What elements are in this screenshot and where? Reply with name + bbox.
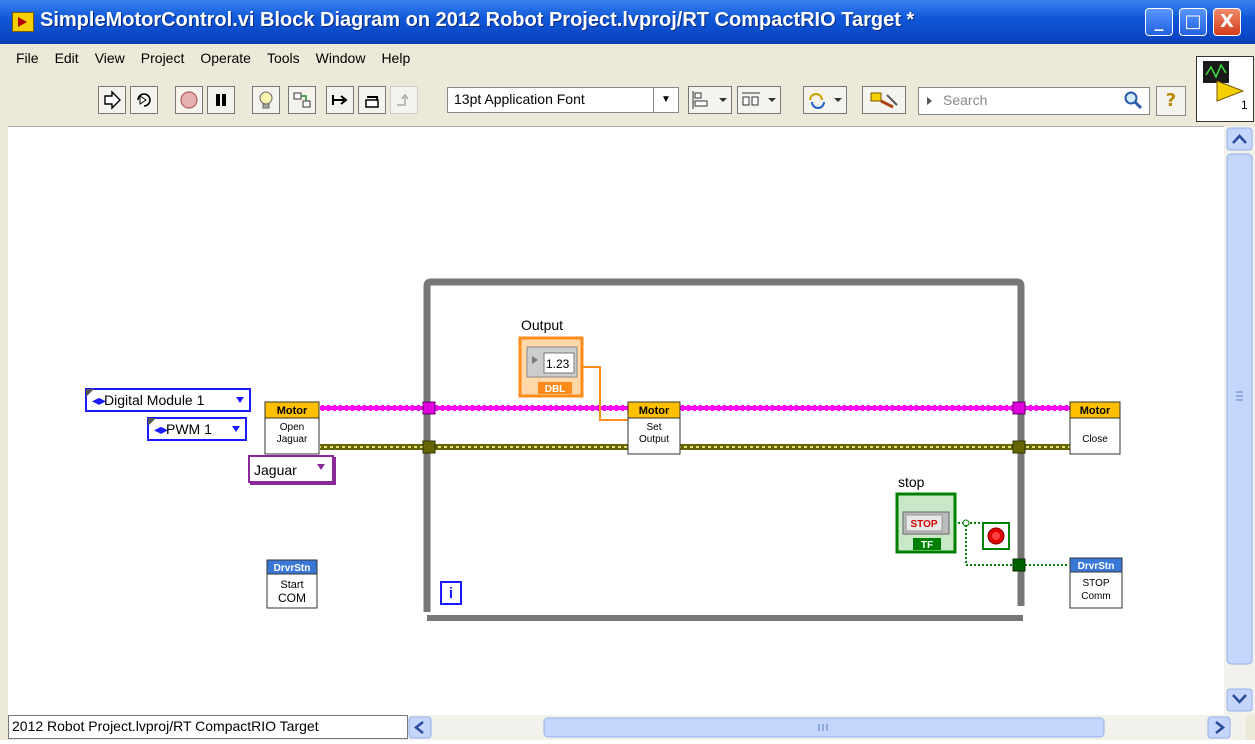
open-vi-line1: Open <box>280 422 304 433</box>
tunnel-boolean-out[interactable] <box>1012 558 1026 572</box>
horizontal-scroll-thumb <box>543 717 1105 738</box>
open-vi-header: Motor <box>277 405 308 417</box>
stop-button-text: STOP <box>910 519 937 530</box>
output-numeric-control[interactable]: 1.23 DBL <box>518 336 584 398</box>
close-vi-header: Motor <box>1080 405 1111 417</box>
start-com-line2: COM <box>278 591 306 605</box>
output-type-badge: DBL <box>545 384 566 395</box>
status-bar: 2012 Robot Project.lvproj/RT CompactRIO … <box>8 715 1255 740</box>
stop-comm-line2: Comm <box>1081 591 1110 602</box>
output-label: Output <box>521 317 563 333</box>
tunnel-error-in[interactable] <box>422 440 436 454</box>
driver-station-start-com-vi[interactable]: DrvrStn Start COM <box>266 559 318 609</box>
set-vi-line1: Set <box>646 422 661 433</box>
jaguar-type-constant[interactable]: Jaguar <box>248 455 336 485</box>
output-numeric-wire[interactable] <box>583 366 628 421</box>
stop-comm-header: DrvrStn <box>1078 561 1115 572</box>
vertical-scrollbar[interactable] <box>1224 126 1255 715</box>
project-path-status: 2012 Robot Project.lvproj/RT CompactRIO … <box>8 715 408 739</box>
set-vi-line2: Output <box>639 434 669 445</box>
tunnel-motor-in[interactable] <box>422 401 436 415</box>
open-vi-line2: Jaguar <box>277 434 308 445</box>
tunnel-error-out[interactable] <box>1012 440 1026 454</box>
digital-module-constant[interactable]: ◂▸ Digital Module 1 <box>85 388 251 412</box>
tunnel-motor-out[interactable] <box>1012 401 1026 415</box>
iteration-glyph: i <box>449 585 453 602</box>
jaguar-value: Jaguar <box>254 462 297 478</box>
motor-set-output-vi[interactable]: Motor Set Output <box>627 401 681 455</box>
loop-condition-terminal[interactable] <box>982 522 1010 550</box>
close-vi-line1: Close <box>1082 434 1108 445</box>
output-numeric-value: 1.23 <box>546 357 570 371</box>
pwm-channel-constant[interactable]: ◂▸ PWM 1 <box>147 417 247 441</box>
vertical-scroll-thumb <box>1226 153 1253 665</box>
vertical-scrollbar-graphic <box>1226 127 1253 712</box>
motor-close-vi[interactable]: Motor Close <box>1069 401 1121 455</box>
start-com-line1: Start <box>280 579 303 591</box>
stop-label: stop <box>898 474 925 490</box>
motor-open-vi[interactable]: Motor Open Jaguar <box>264 401 320 455</box>
loop-iteration-terminal[interactable]: i <box>440 581 462 605</box>
stop-boolean-control[interactable]: STOP TF <box>895 492 957 554</box>
pwm-value: PWM 1 <box>166 421 212 437</box>
horizontal-scrollbar-graphic <box>408 716 1231 739</box>
block-diagram: ◂▸ Digital Module 1 ◂▸ PWM 1 Jaguar Moto… <box>85 278 1123 621</box>
set-vi-header: Motor <box>639 405 670 417</box>
driver-station-stop-comm-vi[interactable]: DrvrStn STOP Comm <box>1069 557 1123 609</box>
start-com-header: DrvrStn <box>274 563 311 574</box>
stop-comm-line1: STOP <box>1082 578 1109 589</box>
horizontal-scrollbar[interactable] <box>408 715 1246 740</box>
digital-module-value: Digital Module 1 <box>104 392 205 408</box>
stop-type-badge: TF <box>921 540 933 551</box>
